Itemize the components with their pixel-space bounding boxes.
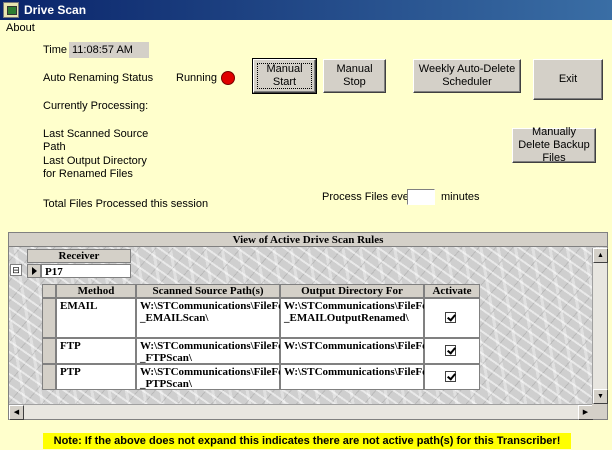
table-cell-output[interactable]: W:\STCommunications\FileFolders\P17 _EMA… [280, 298, 472, 338]
time-value: 11:08:57 AM [69, 42, 149, 58]
last-output-label: Last Output Directory for Renamed Files [43, 155, 147, 180]
scroll-down-icon[interactable]: ▼ [593, 389, 608, 404]
receiver-value[interactable]: P17 [41, 264, 131, 278]
menu-about[interactable]: About [6, 22, 35, 34]
window-title: Drive Scan [24, 3, 87, 17]
app-icon [3, 2, 19, 18]
footer-note: Note: If the above does not expand this … [43, 433, 571, 449]
last-scanned-label: Last Scanned Source Path [43, 128, 149, 153]
process-files-label: Process Files every [322, 191, 418, 203]
running-status-text: Running [176, 72, 217, 84]
col-output: Output Directory For Renamed [280, 284, 424, 309]
activate-checkbox[interactable] [445, 345, 456, 356]
weekly-scheduler-button[interactable]: Weekly Auto-Delete Scheduler [413, 59, 521, 93]
activate-checkbox[interactable] [445, 312, 456, 323]
col-method: Method [56, 284, 136, 298]
row-selector[interactable] [42, 338, 56, 364]
scrollbar-corner [592, 404, 607, 419]
col-source: Scanned Source Path(s) [136, 284, 280, 298]
scroll-up-icon[interactable]: ▲ [593, 248, 608, 263]
table-cell-activate [424, 338, 480, 364]
vertical-scrollbar[interactable]: ▲ ▼ [592, 248, 608, 404]
table-cell-source[interactable]: W:\STCommunications\FileFolders\P17 _FTP… [136, 338, 328, 364]
detail-header-corner [42, 284, 56, 298]
current-row-icon [32, 267, 37, 275]
process-interval-input[interactable] [407, 189, 435, 205]
exit-button[interactable]: Exit [533, 59, 603, 100]
total-files-label: Total Files Processed this session [43, 198, 209, 210]
scroll-right-icon[interactable]: ▶ [578, 405, 593, 420]
row-selector[interactable] [42, 298, 56, 338]
row-selector[interactable] [42, 364, 56, 390]
grid-caption: View of Active Drive Scan Rules [9, 233, 607, 247]
table-cell-output[interactable]: W:\STCommunications\FileFolders\P17 [280, 364, 472, 390]
table-cell-method[interactable]: EMAIL [56, 298, 136, 338]
horizontal-scrollbar[interactable]: ◀ ▶ [9, 404, 593, 420]
manual-start-button[interactable]: Manual Start [252, 58, 317, 94]
menu-bar: About [0, 20, 612, 37]
status-light-icon [221, 71, 235, 85]
receiver-header: Receiver [27, 249, 131, 263]
table-cell-source[interactable]: W:\STCommunications\FileFolders\P17 _PTP… [136, 364, 328, 390]
auto-renaming-label: Auto Renaming Status [43, 72, 154, 84]
table-cell-source[interactable]: W:\STCommunications\FileFolders\P17 _EMA… [136, 298, 328, 338]
manual-stop-button[interactable]: Manual Stop [323, 59, 386, 93]
table-cell-method[interactable]: FTP [56, 338, 136, 364]
table-cell-method[interactable]: PTP [56, 364, 136, 390]
row-selector[interactable] [27, 264, 41, 278]
title-bar: Drive Scan [0, 0, 612, 20]
scroll-left-icon[interactable]: ◀ [9, 405, 24, 420]
table-cell-output[interactable]: W:\STCommunications\FileFolders\P17 [280, 338, 472, 364]
time-label: Time [43, 44, 68, 56]
activate-checkbox[interactable] [445, 371, 456, 382]
minutes-label: minutes [441, 191, 480, 203]
collapse-icon[interactable]: ⊟ [10, 264, 22, 276]
drive-scan-rules-grid: View of Active Drive Scan Rules Receiver… [8, 232, 608, 420]
table-cell-activate [424, 364, 480, 390]
table-cell-activate [424, 298, 480, 338]
manual-delete-button[interactable]: Manually Delete Backup Files [512, 126, 596, 164]
col-activate: Activate [424, 284, 480, 298]
currently-processing-label: Currently Processing: [43, 100, 149, 112]
